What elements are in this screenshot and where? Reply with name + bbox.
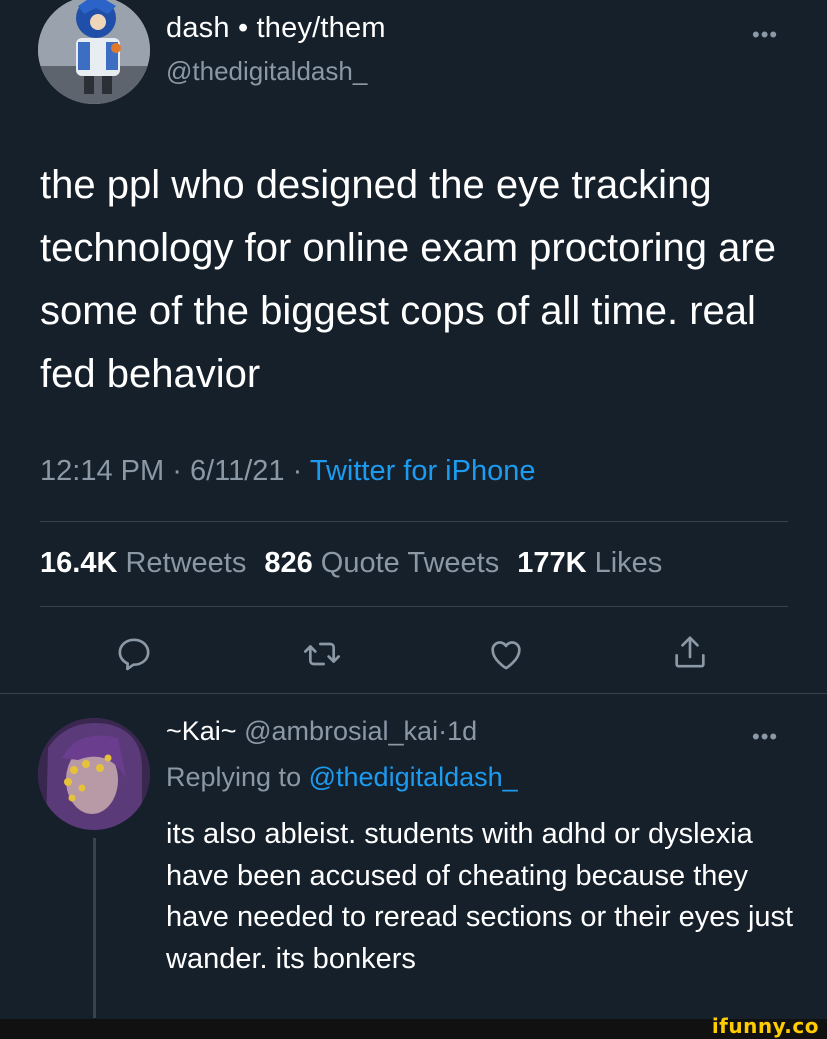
watermark-logo: ifunny.co <box>711 1014 819 1038</box>
retweet-icon[interactable] <box>302 634 342 674</box>
quotes-label: Quote Tweets <box>320 547 500 579</box>
quotes-stat[interactable]: 826 Quote Tweets <box>264 547 499 579</box>
author-avatar[interactable] <box>38 0 150 104</box>
reply-text: its also ableist. students with adhd or … <box>166 818 794 975</box>
reply-age[interactable]: 1d <box>447 716 477 746</box>
reply-avatar-image <box>38 718 150 830</box>
retweets-stat[interactable]: 16.4K Retweets <box>40 547 246 579</box>
divider <box>40 521 788 522</box>
tweet-meta: 12:14 PM · 6/11/21 · Twitter for iPhone <box>40 455 535 488</box>
quotes-count: 826 <box>264 547 313 579</box>
meta-separator: · <box>292 455 303 487</box>
tweet-text: the ppl who designed the eye tracking te… <box>40 163 776 396</box>
share-icon[interactable] <box>670 632 710 672</box>
more-options-icon[interactable]: ••• <box>752 24 778 46</box>
reply-icon[interactable] <box>114 634 154 674</box>
reply-more-options-icon[interactable]: ••• <box>752 726 778 748</box>
reply-header: ~Kai~ @ambrosial_kai·1d <box>166 716 477 747</box>
retweets-label: Retweets <box>125 547 247 579</box>
meta-separator: · <box>172 455 182 487</box>
tweet-source-link[interactable]: Twitter for iPhone <box>310 455 536 487</box>
likes-label: Likes <box>594 547 663 579</box>
divider <box>40 606 788 607</box>
divider <box>0 693 827 694</box>
author-handle[interactable]: @thedigitaldash_ <box>166 56 367 87</box>
tweet-date[interactable]: 6/11/21 <box>190 455 285 487</box>
reply-author-avatar[interactable] <box>38 718 150 830</box>
replying-to: Replying to @thedigitaldash_ <box>166 762 518 793</box>
avatar-image <box>38 0 150 104</box>
likes-count: 177K <box>517 547 587 579</box>
replying-to-prefix: Replying to <box>166 762 302 792</box>
retweets-count: 16.4K <box>40 547 118 579</box>
reply-author-display-name[interactable]: ~Kai~ <box>166 716 237 746</box>
bottom-bar <box>0 1019 827 1039</box>
likes-stat[interactable]: 177K Likes <box>517 547 662 579</box>
thread-line <box>93 838 96 1018</box>
replying-to-mention[interactable]: @thedigitaldash_ <box>309 762 518 792</box>
tweet-stats: 16.4K Retweets 826 Quote Tweets 177K Likes <box>40 547 662 580</box>
tweet-time[interactable]: 12:14 PM <box>40 455 164 487</box>
reply-author-handle[interactable]: @ambrosial_kai <box>244 716 438 746</box>
author-display-name[interactable]: dash • they/them <box>166 12 386 45</box>
like-icon[interactable] <box>486 634 526 674</box>
reply-separator: · <box>438 716 448 746</box>
